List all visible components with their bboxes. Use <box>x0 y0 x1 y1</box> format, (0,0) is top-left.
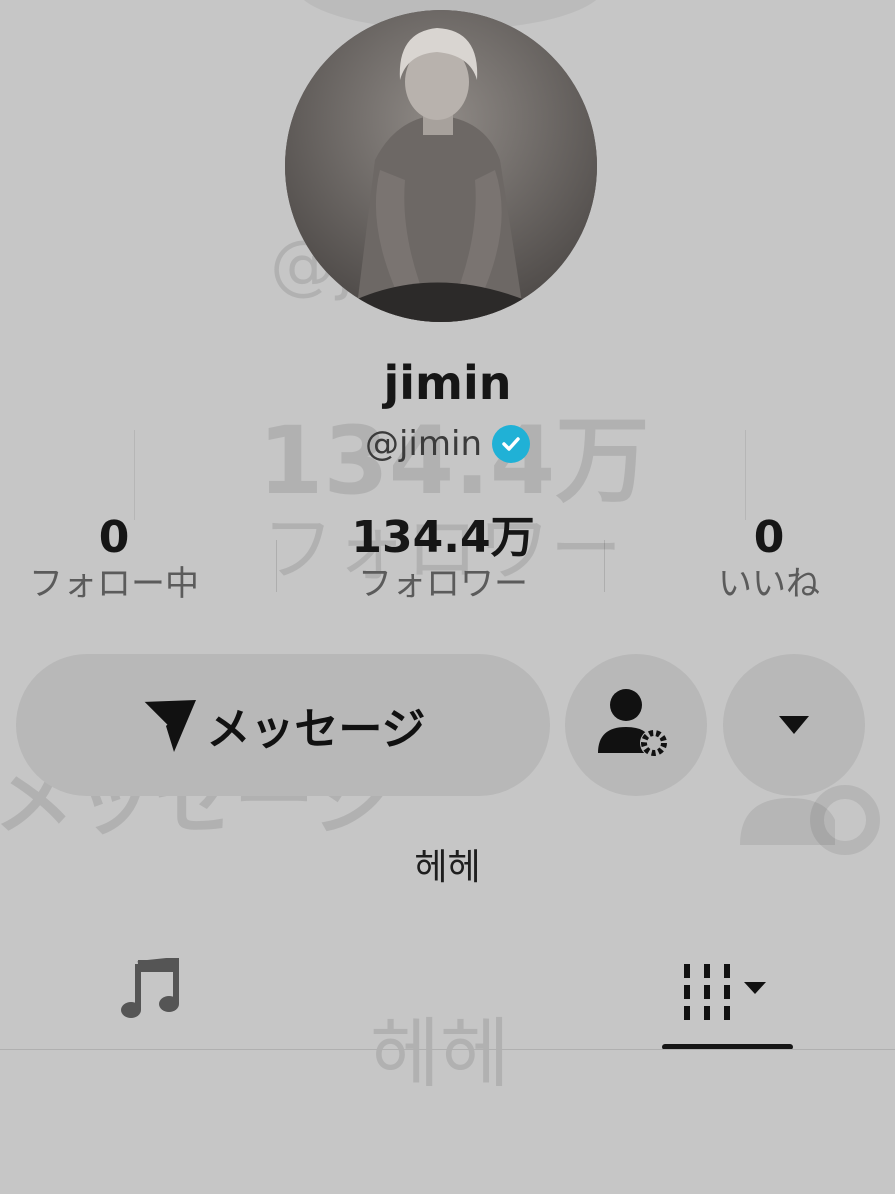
tab-grid-sort[interactable] <box>662 945 793 1035</box>
avatar-photo <box>285 10 597 322</box>
ghost-bio: 헤헤 <box>370 1009 510 1098</box>
send-icon <box>141 700 197 752</box>
user-settings-icon <box>598 689 668 757</box>
music-note-icon <box>121 958 179 1018</box>
tab-music[interactable] <box>90 945 210 1035</box>
likes-count: 0 <box>753 512 785 563</box>
likes-label: いいね <box>718 564 820 605</box>
profile-bio: 헤헤 <box>414 847 481 888</box>
more-options-button[interactable] <box>723 654 865 796</box>
stat-likes[interactable]: 0 いいね <box>680 512 858 607</box>
stat-divider <box>604 540 605 592</box>
follow-settings-button[interactable] <box>565 654 707 796</box>
handle-row: @jimin <box>0 424 895 464</box>
message-button-label: メッセージ <box>206 704 426 755</box>
caret-down-icon <box>779 716 809 734</box>
grid-sort-icon <box>683 964 766 1020</box>
followers-count: 134.4万 <box>351 512 535 563</box>
display-name: jimin <box>383 356 512 410</box>
tab-bar-divider <box>0 1049 895 1050</box>
stat-following[interactable]: 0 フォロー中 <box>0 512 228 607</box>
username-handle: @jimin <box>364 424 482 464</box>
followers-label: フォロワー <box>358 564 528 605</box>
following-label: フォロー中 <box>29 564 199 605</box>
profile-avatar[interactable] <box>285 10 597 322</box>
following-count: 0 <box>98 512 130 563</box>
message-button[interactable]: メッセージ <box>16 654 550 796</box>
verified-badge-icon <box>492 425 530 463</box>
stat-divider <box>276 540 277 592</box>
stat-followers[interactable]: 134.4万 フォロワー <box>318 512 568 607</box>
